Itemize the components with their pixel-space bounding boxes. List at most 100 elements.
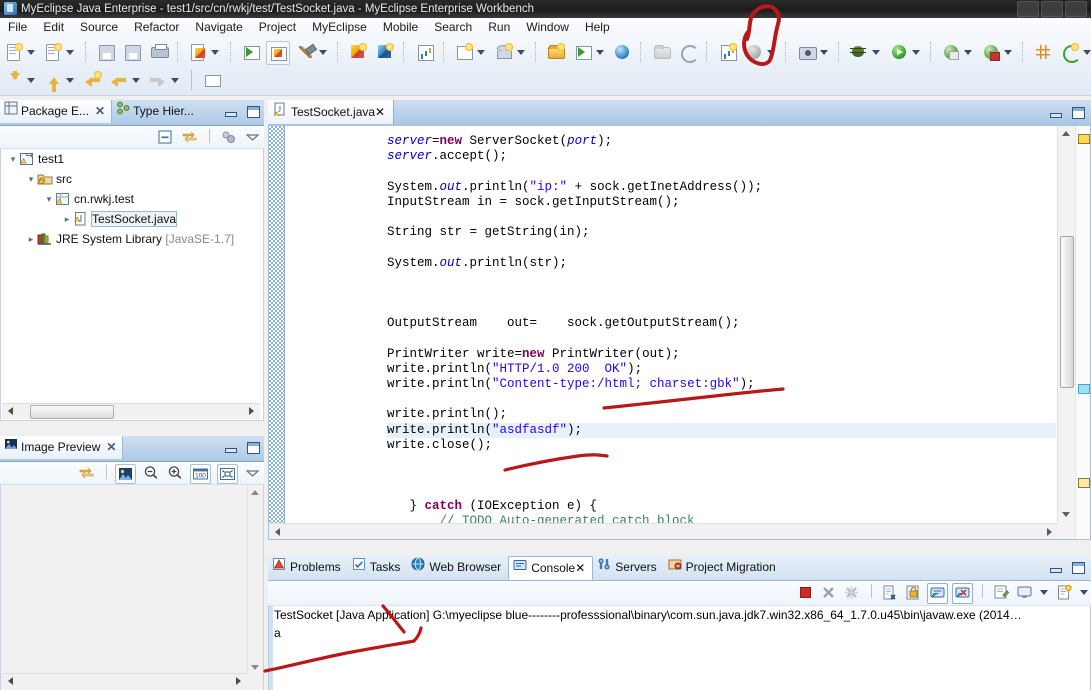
code-line[interactable]: InputStream in = sock.getInputStream(); <box>387 195 1056 210</box>
menu-item-run[interactable]: Run <box>480 18 518 37</box>
bottom-tab-console[interactable]: Console✕ <box>508 556 594 580</box>
fit-window-button[interactable] <box>216 464 238 484</box>
package-explorer-view-controls[interactable] <box>219 104 260 119</box>
new-wizard-button[interactable] <box>3 41 25 63</box>
maximize-icon[interactable] <box>245 440 260 455</box>
prev-annotation-dropdown[interactable] <box>25 69 36 91</box>
back-button[interactable] <box>108 69 130 91</box>
console-output-area[interactable]: TestSocket [Java Application] G:\myeclip… <box>268 606 1091 690</box>
close-icon[interactable]: ✕ <box>375 105 385 119</box>
link-editor-button[interactable] <box>77 464 96 482</box>
remove-all-terminated-button[interactable] <box>842 583 861 602</box>
overview-warning-marker[interactable] <box>1078 134 1090 144</box>
run-server-green-dropdown[interactable] <box>594 41 605 63</box>
window-controls[interactable] <box>1015 1 1087 18</box>
menu-bar[interactable]: File Edit Source Refactor Navigate Project MyE… <box>0 18 1091 38</box>
code-line[interactable]: write.close(); <box>387 438 1056 453</box>
save-all-button[interactable] <box>121 41 143 63</box>
new-untitled-button[interactable] <box>201 69 223 91</box>
bottom-tab-tasks[interactable]: Tasks <box>348 556 408 579</box>
open-folder-button[interactable] <box>651 41 673 63</box>
menu-item-refactor[interactable]: Refactor <box>126 18 187 37</box>
code-line[interactable] <box>387 331 1056 346</box>
editor-tab-testsocket-java[interactable]: J TestSocket.java✕ <box>268 100 395 124</box>
menu-item-navigate[interactable]: Navigate <box>187 18 250 37</box>
open-console-dropdown[interactable] <box>1078 581 1089 600</box>
code-line[interactable] <box>387 392 1056 407</box>
close-window-button[interactable] <box>1065 1 1087 17</box>
next-annotation-button[interactable] <box>42 69 64 92</box>
run-server-button[interactable] <box>240 41 262 63</box>
minimize-icon[interactable] <box>223 440 238 455</box>
new-package-button[interactable] <box>347 41 369 63</box>
editor-view-controls[interactable] <box>1044 105 1085 120</box>
code-line[interactable]: String str = getString(in); <box>387 225 1056 240</box>
minimize-icon[interactable] <box>223 104 238 119</box>
zoom-100-button[interactable]: 100 <box>190 464 212 484</box>
browser-20-button[interactable] <box>414 41 436 63</box>
code-line[interactable]: System.out.println(str); <box>387 256 1056 271</box>
print-button[interactable] <box>148 41 170 63</box>
maximize-window-button[interactable] <box>1041 1 1063 17</box>
build-button[interactable] <box>295 41 317 63</box>
image-preview-hscrollbar[interactable] <box>2 673 247 689</box>
editor-code-area[interactable]: server=new ServerSocket(port); server.acc… <box>387 134 1056 539</box>
run-server-green-button[interactable] <box>572 41 594 63</box>
report-button[interactable] <box>717 41 739 63</box>
minimize-window-button[interactable] <box>1017 1 1039 17</box>
vscrollbar-thumb[interactable] <box>1060 236 1074 388</box>
code-line[interactable]: System.out.println("ip:" + sock.getInetA… <box>387 180 1056 195</box>
menu-item-edit[interactable]: Edit <box>35 18 72 37</box>
deploy-dropdown[interactable] <box>209 41 220 63</box>
editor-hscrollbar[interactable] <box>269 523 1058 539</box>
code-line[interactable] <box>387 453 1056 468</box>
display-selected-console-button[interactable] <box>1015 583 1034 602</box>
zoom-out-button[interactable] <box>142 464 161 482</box>
tree-item-test1[interactable]: ▾ Jtest1 <box>1 149 263 169</box>
editor-vscrollbar[interactable] <box>1057 126 1075 539</box>
snapshot-dropdown[interactable] <box>818 41 829 63</box>
code-line[interactable]: write.println("Content-type:/html; chars… <box>387 377 1056 392</box>
run-external-button[interactable] <box>980 41 1002 63</box>
tree-item-jre-system-library[interactable]: ▸ JRE System Library [JavaSE-1.7] <box>1 229 263 249</box>
snapshot-button[interactable] <box>796 41 818 63</box>
terminate-button[interactable] <box>796 583 815 602</box>
code-line[interactable]: write.println("asdfasdf"); <box>387 422 1056 438</box>
collapse-all-button[interactable] <box>156 128 175 146</box>
code-line[interactable]: PrintWriter write=new PrintWriter(out); <box>387 347 1056 362</box>
tree-item-testsocket-java[interactable]: ▸ J TestSocket.java <box>1 209 263 229</box>
bottom-tab-web-browser[interactable]: Web Browser <box>407 556 508 579</box>
code-line[interactable]: write.println("HTTP/1.0 200 OK"); <box>387 362 1056 377</box>
close-icon[interactable]: ✕ <box>95 100 105 123</box>
code-line[interactable] <box>387 468 1056 483</box>
new-jar-button[interactable] <box>374 41 396 63</box>
code-line[interactable] <box>387 483 1056 498</box>
run-dropdown[interactable] <box>910 41 921 63</box>
menu-item-search[interactable]: Search <box>426 18 480 37</box>
view-menu-button[interactable] <box>243 128 262 146</box>
prev-annotation-button[interactable] <box>3 69 25 91</box>
new-java-class-dropdown[interactable] <box>64 41 75 63</box>
tree-twisty[interactable]: ▾ <box>25 169 37 189</box>
link-editor-button[interactable] <box>180 128 199 146</box>
package-explorer-tree[interactable]: ▾ Jtest1 ▾ src ▾ cn.rwkj.test ▸ J TestSocket.jav… <box>0 149 264 421</box>
focus-task-button[interactable] <box>219 128 238 146</box>
run-button[interactable] <box>888 41 910 63</box>
globe-disabled-button[interactable] <box>743 41 765 63</box>
menu-item-mobile[interactable]: Mobile <box>375 18 426 37</box>
code-line[interactable] <box>387 286 1056 301</box>
toggle-transparency-button[interactable] <box>115 464 137 484</box>
minimize-icon[interactable] <box>1048 560 1063 575</box>
new-ui-dropdown[interactable] <box>475 41 486 63</box>
scroll-lock-button[interactable] <box>903 583 922 602</box>
globe-disabled-dropdown[interactable] <box>765 41 776 63</box>
build-dropdown[interactable] <box>317 41 328 63</box>
code-line[interactable]: server=new ServerSocket(port); <box>387 134 1056 149</box>
view-menu-button[interactable] <box>243 464 262 482</box>
new-server-button[interactable] <box>545 41 567 63</box>
clear-console-button[interactable] <box>880 583 899 602</box>
overview-task-marker[interactable] <box>1078 478 1090 488</box>
debug-button[interactable] <box>848 41 870 63</box>
menu-item-myeclipse[interactable]: MyEclipse <box>304 18 375 37</box>
save-button[interactable] <box>95 41 117 63</box>
